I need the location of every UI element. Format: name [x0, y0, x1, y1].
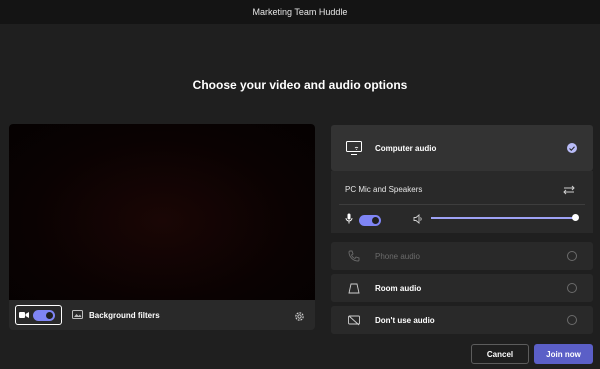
video-preview-card: Background filters [9, 124, 315, 330]
audio-option-room[interactable]: Room audio [331, 274, 593, 302]
microphone-toggle-switch[interactable] [359, 214, 381, 226]
mic-control [345, 211, 381, 229]
no-audio-icon [346, 312, 362, 328]
computer-audio-radio[interactable] [567, 143, 577, 153]
audio-option-computer[interactable]: Computer audio [331, 125, 593, 171]
camera-toggle-switch[interactable] [33, 309, 55, 321]
no-audio-radio[interactable] [567, 315, 577, 325]
audio-option-none[interactable]: Don't use audio [331, 306, 593, 334]
cancel-button[interactable]: Cancel [471, 344, 529, 364]
device-settings-gear-icon[interactable] [294, 309, 305, 327]
camera-icon [19, 306, 29, 324]
video-preview [9, 124, 315, 300]
background-filters-icon [72, 306, 83, 324]
audio-device-settings-icon[interactable] [563, 182, 575, 200]
phone-audio-icon [346, 248, 362, 264]
background-filters-label: Background filters [89, 310, 160, 320]
background-filters-button[interactable]: Background filters [72, 306, 160, 324]
window-title: Marketing Team Huddle [252, 7, 348, 17]
phone-audio-label: Phone audio [375, 251, 420, 261]
room-audio-radio[interactable] [567, 283, 577, 293]
camera-toggle[interactable] [15, 305, 62, 325]
phone-audio-radio [567, 251, 577, 261]
computer-audio-label: Computer audio [375, 143, 437, 153]
microphone-icon [345, 211, 353, 229]
audio-device-name[interactable]: PC Mic and Speakers [345, 185, 422, 194]
speaker-volume-slider[interactable] [431, 217, 575, 219]
page-heading: Choose your video and audio options [192, 78, 408, 92]
audio-option-phone: Phone audio [331, 242, 593, 270]
audio-device-section: PC Mic and Speakers [331, 171, 593, 233]
divider [339, 204, 585, 205]
computer-audio-icon [346, 140, 362, 156]
speaker-icon [413, 211, 424, 229]
speaker-volume-thumb[interactable] [572, 214, 579, 221]
speaker-control [413, 211, 424, 229]
no-audio-label: Don't use audio [375, 315, 435, 325]
title-bar: Marketing Team Huddle [0, 0, 600, 24]
room-audio-icon [346, 280, 362, 296]
room-audio-label: Room audio [375, 283, 422, 293]
join-now-button[interactable]: Join now [534, 344, 593, 364]
video-controls-bar: Background filters [9, 300, 315, 330]
